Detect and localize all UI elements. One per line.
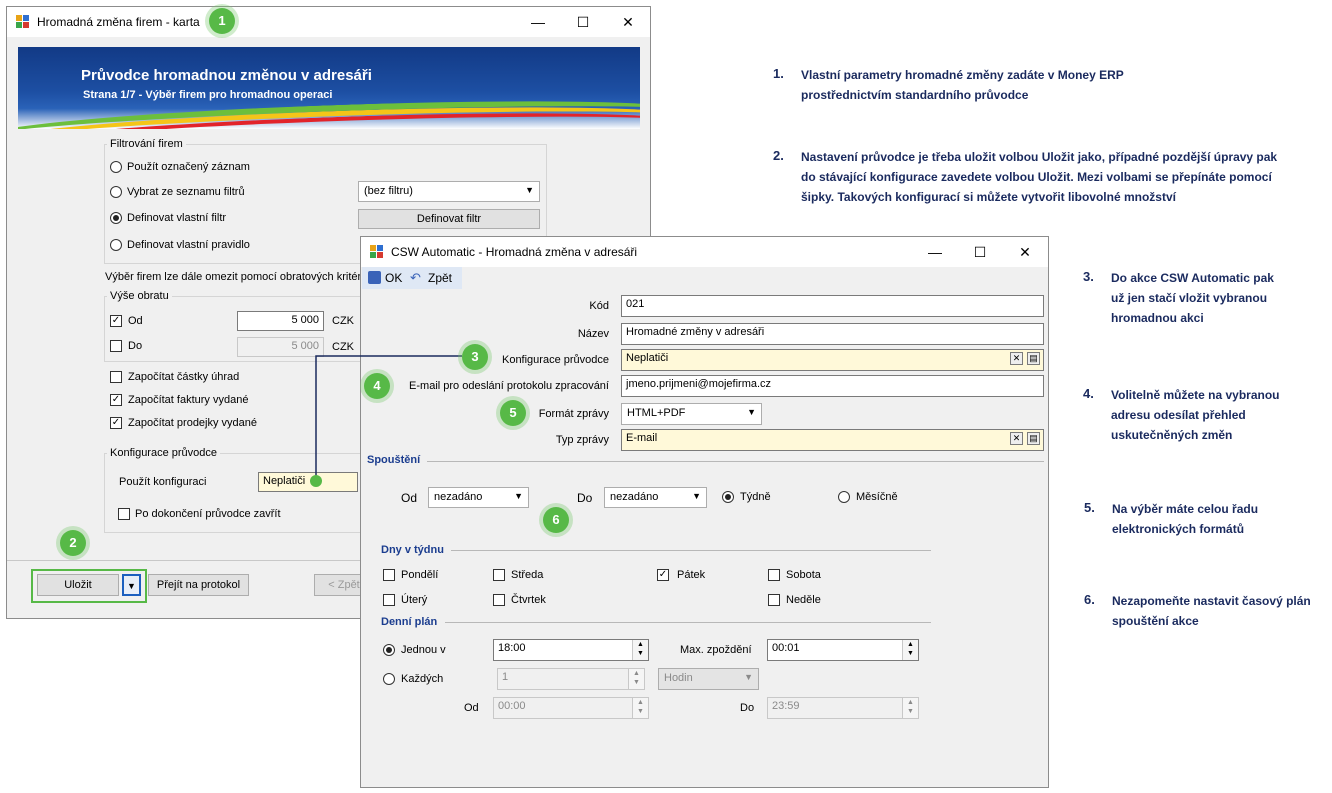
step-badge-6: 6	[543, 507, 569, 533]
step-badge-1: 1	[209, 8, 235, 34]
step-badge-4: 4	[364, 373, 390, 399]
note-6-text: Nezapomeňte nastavit časový plán spouště…	[1112, 594, 1311, 628]
note-4-text: Volitelně můžete na vybranou adresu odes…	[1111, 388, 1280, 442]
note-5-text: Na výběr máte celou řadu elektronických …	[1112, 502, 1259, 536]
note-4-number: 4.	[1083, 386, 1094, 401]
note-5-number: 5.	[1084, 500, 1095, 515]
note-2-number: 2.	[773, 148, 784, 163]
note-3-number: 3.	[1083, 269, 1094, 284]
step-badge-5: 5	[500, 400, 526, 426]
note-1-number: 1.	[773, 66, 784, 81]
note-1-text: Vlastní parametry hromadné změny zadáte …	[801, 68, 1124, 102]
note-3-text: Do akce CSW Automatic pak už jen stačí v…	[1111, 271, 1274, 325]
note-2-text: Nastavení průvodce je třeba uložit volbo…	[801, 150, 1278, 204]
note-6-number: 6.	[1084, 592, 1095, 607]
step-badge-3: 3	[462, 344, 488, 370]
step-badge-2: 2	[60, 530, 86, 556]
